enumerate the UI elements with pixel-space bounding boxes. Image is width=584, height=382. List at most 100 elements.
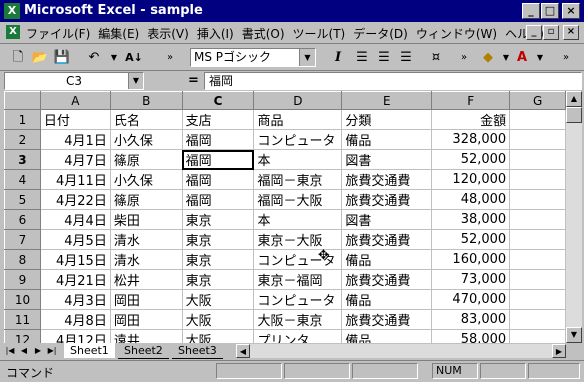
cell-e11[interactable]: 旅費交通費: [341, 309, 433, 330]
cell-a7[interactable]: 4月5日: [39, 229, 111, 250]
cell-e10[interactable]: 備品: [341, 289, 433, 310]
cell-e2[interactable]: 備品: [341, 129, 433, 150]
row-header[interactable]: 12: [4, 329, 41, 343]
maximize-button[interactable]: □: [541, 3, 559, 19]
cell-b11[interactable]: 岡田: [109, 309, 183, 330]
vertical-scroll-thumb[interactable]: [566, 107, 582, 123]
equals-sign[interactable]: =: [188, 73, 199, 88]
cell-f10[interactable]: 470,000: [431, 289, 511, 310]
cell-b12[interactable]: 遠井: [109, 329, 183, 343]
cell-f12[interactable]: 58,000: [431, 329, 511, 343]
doc-minimize-button[interactable]: _: [526, 25, 542, 40]
cell-e12[interactable]: 備品: [341, 329, 433, 343]
align-left-icon[interactable]: ☰: [352, 48, 372, 67]
menu-tools[interactable]: ツール(T): [293, 25, 346, 42]
row-header[interactable]: 5: [4, 189, 41, 210]
close-button[interactable]: ×: [562, 3, 580, 19]
name-box[interactable]: C3 ▼: [4, 72, 144, 90]
column-header-f[interactable]: F: [431, 91, 511, 110]
cell-e8[interactable]: 備品: [341, 249, 433, 270]
cell-g1[interactable]: [509, 109, 566, 130]
menu-view[interactable]: 表示(V): [147, 25, 189, 42]
cell-d1[interactable]: 商品: [253, 109, 343, 130]
sheet-tab-3[interactable]: Sheet3: [172, 343, 223, 359]
cell-g11[interactable]: [509, 309, 566, 330]
cell-f1[interactable]: 金額: [431, 109, 511, 130]
cell-f11[interactable]: 83,000: [431, 309, 511, 330]
vertical-scrollbar[interactable]: ▲ ▼: [566, 91, 582, 343]
cell-g4[interactable]: [509, 169, 566, 190]
scroll-up-icon[interactable]: ▲: [566, 91, 582, 107]
cell-g6[interactable]: [509, 209, 566, 230]
cell-a10[interactable]: 4月3日: [39, 289, 111, 310]
cell-g7[interactable]: [509, 229, 566, 250]
cell-g2[interactable]: [509, 129, 566, 150]
first-sheet-icon[interactable]: |◀: [4, 344, 16, 358]
cell-b6[interactable]: 柴田: [109, 209, 183, 230]
cell-c3[interactable]: 福岡: [181, 149, 255, 170]
doc-close-button[interactable]: ×: [563, 25, 579, 40]
cell-b9[interactable]: 松井: [109, 269, 183, 290]
next-sheet-icon[interactable]: ▶: [32, 344, 44, 358]
cell-c2[interactable]: 福岡: [181, 129, 255, 150]
excel-icon[interactable]: X: [4, 3, 20, 19]
cell-g12[interactable]: [509, 329, 566, 343]
cell-c8[interactable]: 東京: [181, 249, 255, 270]
cell-a4[interactable]: 4月11日: [39, 169, 111, 190]
italic-button[interactable]: I: [328, 48, 348, 67]
cell-c4[interactable]: 福岡: [181, 169, 255, 190]
cell-b1[interactable]: 氏名: [109, 109, 183, 130]
toolbar-more-icon[interactable]: »: [160, 48, 180, 67]
cell-f7[interactable]: 52,000: [431, 229, 511, 250]
sheet-tab-1[interactable]: Sheet1: [64, 343, 115, 358]
cell-e1[interactable]: 分類: [341, 109, 433, 130]
horizontal-scrollbar[interactable]: ◀ ▶: [236, 344, 566, 358]
cell-b8[interactable]: 清水: [109, 249, 183, 270]
sheet-tab-2[interactable]: Sheet2: [118, 343, 169, 359]
font-name-select[interactable]: MS Pゴシック ▼: [190, 48, 316, 67]
toolbar-more-icon-2[interactable]: »: [454, 48, 474, 67]
cell-a12[interactable]: 4月12日: [39, 329, 111, 343]
cell-d10[interactable]: コンピュータ: [253, 289, 343, 310]
row-header[interactable]: 7: [4, 229, 41, 250]
cell-b5[interactable]: 篠原: [109, 189, 183, 210]
prev-sheet-icon[interactable]: ◀: [18, 344, 30, 358]
worksheet-grid[interactable]: A B C D E F G 1 日付 氏名 支店 商品 分類 金額 2 4月1日 小久保 福岡 コンピ…: [4, 91, 566, 343]
column-header-g[interactable]: G: [509, 91, 566, 110]
cell-a8[interactable]: 4月15日: [39, 249, 111, 270]
cell-e9[interactable]: 旅費交通費: [341, 269, 433, 290]
cell-e3[interactable]: 図書: [341, 149, 433, 170]
cell-c10[interactable]: 大阪: [181, 289, 255, 310]
cell-g3[interactable]: [509, 149, 566, 170]
cell-c12[interactable]: 大阪: [181, 329, 255, 343]
cell-f4[interactable]: 120,000: [431, 169, 511, 190]
cell-f6[interactable]: 38,000: [431, 209, 511, 230]
cell-f9[interactable]: 73,000: [431, 269, 511, 290]
currency-icon[interactable]: ¤: [426, 48, 446, 67]
cell-a6[interactable]: 4月4日: [39, 209, 111, 230]
row-header[interactable]: 10: [4, 289, 41, 310]
column-header-d[interactable]: D: [253, 91, 343, 110]
row-header[interactable]: 3: [4, 149, 41, 170]
cell-e5[interactable]: 旅費交通費: [341, 189, 433, 210]
align-right-icon[interactable]: ☰: [396, 48, 416, 67]
scroll-left-icon[interactable]: ◀: [236, 344, 250, 358]
cell-d11[interactable]: 大阪－東京: [253, 309, 343, 330]
menu-format[interactable]: 書式(O): [242, 25, 285, 42]
column-header-b[interactable]: B: [109, 91, 183, 110]
minimize-button[interactable]: _: [522, 3, 540, 19]
cell-d7[interactable]: 東京－大阪: [253, 229, 343, 250]
font-dropdown-icon[interactable]: ▼: [299, 49, 315, 66]
align-center-icon[interactable]: ☰: [374, 48, 394, 67]
cell-f5[interactable]: 48,000: [431, 189, 511, 210]
row-header[interactable]: 8: [4, 249, 41, 270]
scroll-down-icon[interactable]: ▼: [566, 327, 582, 343]
row-header[interactable]: 6: [4, 209, 41, 230]
font-color-icon[interactable]: A: [512, 48, 532, 67]
save-icon[interactable]: 💾: [52, 48, 72, 67]
doc-restore-button[interactable]: ▫: [543, 25, 559, 40]
cell-d4[interactable]: 福岡－東京: [253, 169, 343, 190]
cell-d3[interactable]: 本: [253, 149, 343, 170]
row-header[interactable]: 4: [4, 169, 41, 190]
menu-insert[interactable]: 挿入(I): [197, 25, 234, 42]
